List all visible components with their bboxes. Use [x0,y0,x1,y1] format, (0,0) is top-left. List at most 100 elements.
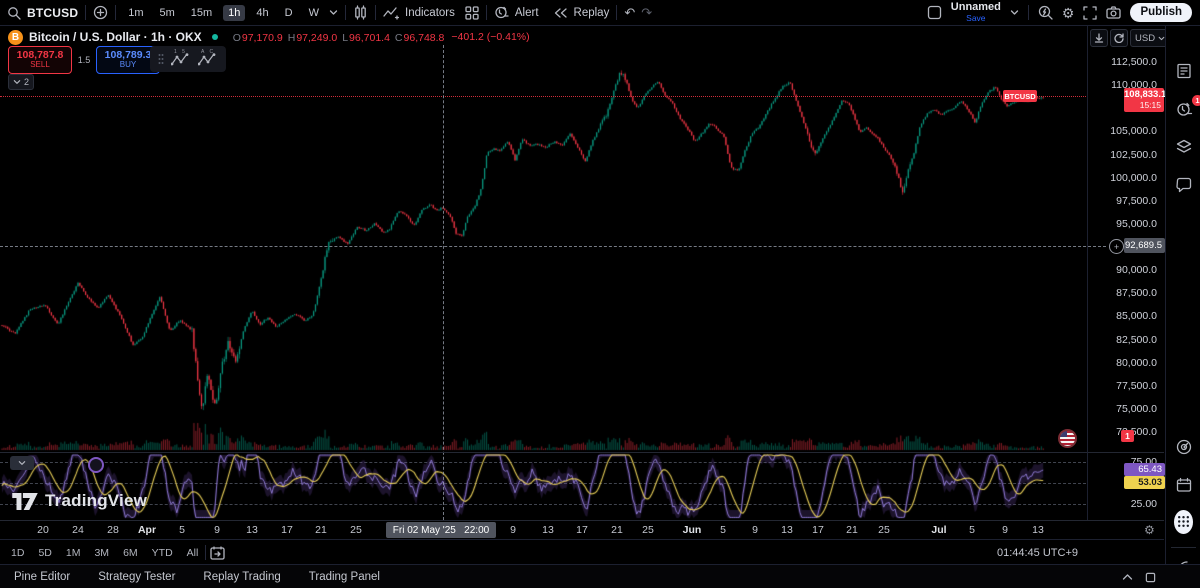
last-price-symbol-tag: BTCUSD [1003,90,1037,102]
panel-expand-icon[interactable] [1122,573,1133,581]
search-icon[interactable] [7,6,21,20]
time-tick: 20 [37,524,49,536]
bar-countdown: 15:15 [1124,100,1161,110]
redo-icon[interactable]: ↷ [641,6,652,19]
pane-separator[interactable] [0,452,1164,453]
chevron-down-icon[interactable] [329,8,338,17]
tab-strategy-tester[interactable]: Strategy Tester [84,565,189,588]
interval-1h[interactable]: 1h [223,5,245,21]
sidebar-calendar-icon[interactable] [1174,475,1193,494]
replay-button[interactable]: Replay [546,7,617,19]
time-tick: 25 [642,524,654,536]
panel-collapse-button[interactable] [10,456,34,470]
time-axis[interactable]: 202428Apr5913172125913172125Jun591317212… [0,520,1164,540]
clock-utc[interactable]: 01:44:45 UTC+9 [997,547,1078,559]
date-range-switcher: 1D5D1M3M6MYTDAll [0,545,205,561]
interval-5m[interactable]: 5m [154,5,179,21]
symbol-search-button[interactable]: BTCUSD [27,6,78,20]
indicator-templates-icon[interactable] [465,6,479,20]
price-tick: 80,000.0 [1116,357,1157,369]
time-tick: 17 [576,524,588,536]
interval-4h[interactable]: 4h [251,5,273,21]
symbol-legend[interactable]: B Bitcoin / U.S. Dollar · 1h · OKX O97,1… [8,28,530,46]
alert-button[interactable]: Alert [487,5,546,20]
compare-add-icon[interactable] [93,5,108,20]
range-1d[interactable]: 1D [4,545,31,561]
price-scale[interactable]: USD 112,500.0110,000.0105,000.0102,500.0… [1087,25,1165,520]
range-1m[interactable]: 1M [59,545,88,561]
us-flag-event-icon[interactable] [1058,429,1077,448]
time-tick: Apr [138,524,156,536]
time-axis-settings-icon[interactable]: ⚙ [1144,523,1155,537]
chevron-down-icon[interactable] [1010,8,1019,17]
price-tick: 25.00 [1131,498,1157,510]
scale-auto-reset-icon[interactable] [1110,29,1128,47]
tab-replay-trading[interactable]: Replay Trading [189,565,294,588]
currency-label: USD [1135,33,1155,44]
indicators-button[interactable]: Indicators [376,6,486,20]
divider [205,545,206,560]
publish-button[interactable]: Publish [1130,3,1192,23]
layout-name-button[interactable]: Unnamed Save [951,2,1001,23]
time-tick: Jul [931,524,946,536]
sidebar-ideas-icon[interactable] [1174,437,1193,456]
alert-clock-icon [494,5,509,20]
oscillator-indicator-icon[interactable] [88,457,104,473]
range-5d[interactable]: 5D [31,545,58,561]
tradingview-logo-icon [12,493,38,510]
ohlc-value: 96,748.8 [404,32,445,44]
scale-download-icon[interactable] [1090,29,1108,47]
interval-D[interactable]: D [280,5,298,21]
time-tick: 21 [846,524,858,536]
oscillator-yellow-value-label: 53.03 [1124,476,1165,489]
save-label[interactable]: Save [966,14,985,23]
sidebar-object-tree-icon[interactable] [1174,137,1193,156]
settings-gear-icon[interactable]: ⚙ [1062,6,1075,20]
time-tick: 5 [179,524,185,536]
time-tick: 13 [542,524,554,536]
apps-circle-icon [1174,510,1193,534]
time-tick: 13 [1032,524,1044,536]
bitcoin-logo-icon: B [8,30,23,45]
crosshair-horizontal-line [0,246,1106,247]
oscillator-purple-value-label: 65.43 [1124,463,1165,476]
quick-search-icon[interactable] [1038,5,1053,20]
time-tick: Jun [683,524,702,536]
add-alert-plus-icon[interactable]: + [1109,239,1124,254]
range-6m[interactable]: 6M [116,545,145,561]
camera-icon[interactable] [1106,6,1121,19]
tab-pine-editor[interactable]: Pine Editor [0,565,84,588]
range-all[interactable]: All [180,545,206,561]
sidebar-watchlist-icon[interactable] [1174,61,1193,80]
event-count-badge[interactable]: 1 [1121,430,1134,442]
symbol-title[interactable]: Bitcoin / U.S. Dollar · 1h · OKX [29,30,202,44]
sidebar-alerts-icon[interactable]: 1 [1174,99,1193,118]
go-to-date-icon[interactable] [210,546,225,560]
time-tick: 17 [812,524,824,536]
range-3m[interactable]: 3M [87,545,116,561]
replay-label: Replay [574,7,610,19]
interval-W[interactable]: W [304,5,324,21]
last-price-label: 108,833.1 15:15 [1124,88,1164,112]
interval-15m[interactable]: 15m [186,5,217,21]
time-tick: 9 [510,524,516,536]
price-tick: 97,500.0 [1116,195,1157,207]
interval-1m[interactable]: 1m [123,5,148,21]
crosshair-time-label: Fri 02 May '25 22:00 [386,522,496,538]
time-tick: 25 [350,524,362,536]
chart-style-icon[interactable] [353,5,368,20]
range-ytd[interactable]: YTD [145,545,180,561]
replay-icon [553,7,568,19]
ohlc-values: O97,170.9H97,249.0L96,701.4C96,748.8 [228,28,445,46]
price-chart-canvas[interactable] [0,45,1086,520]
undo-icon[interactable]: ↶ [624,6,635,19]
price-tick: 82,500.0 [1116,334,1157,346]
crosshair-vertical-line [443,45,444,520]
sidebar-apps-icon[interactable] [1174,512,1193,531]
maximize-icon[interactable] [1145,572,1156,583]
sidebar-chat-icon[interactable] [1174,175,1193,194]
price-tick: 100,000.0 [1110,172,1157,184]
layout-icon[interactable] [927,5,942,20]
fullscreen-icon[interactable] [1083,6,1097,20]
tab-trading-panel[interactable]: Trading Panel [295,565,394,588]
